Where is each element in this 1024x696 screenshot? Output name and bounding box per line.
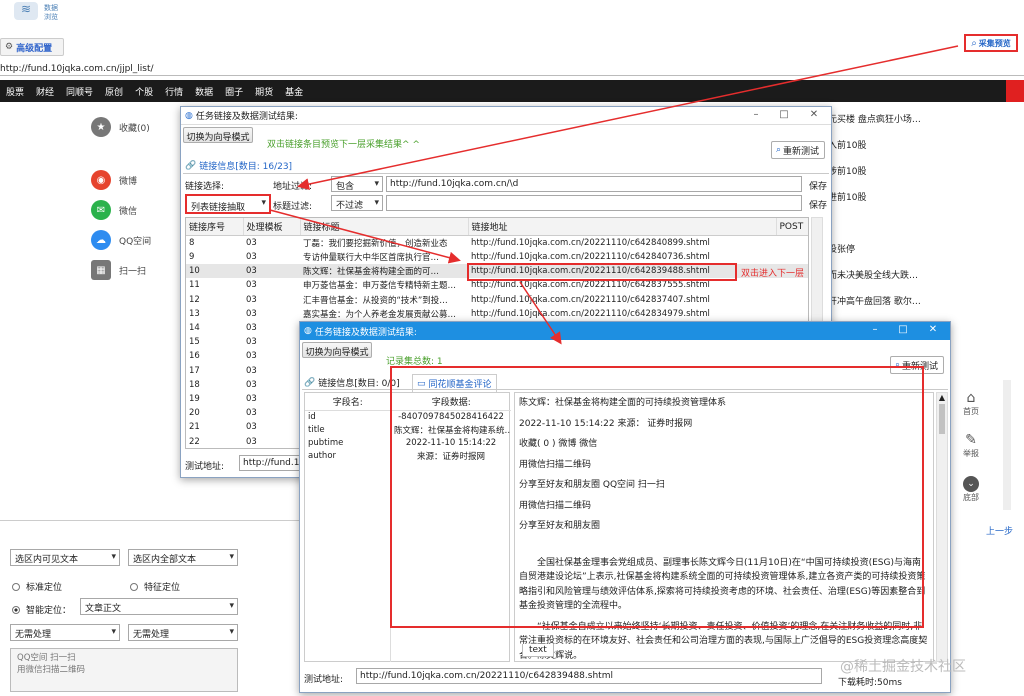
arrow-3: [519, 281, 562, 345]
watermark: @稀土掘金技术社区: [840, 659, 966, 675]
annotation-arrows: [269, 45, 959, 345]
arrow-2: [269, 209, 461, 264]
arrow-1: [297, 45, 959, 190]
